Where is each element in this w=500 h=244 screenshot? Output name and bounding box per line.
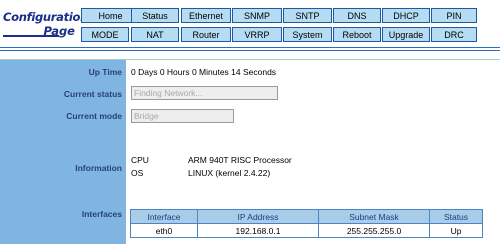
table-header-row: Interface IP Address Subnet Mask Status <box>130 209 483 224</box>
nav-dns-button[interactable]: DNS <box>333 8 381 23</box>
header-divider-2 <box>0 50 500 51</box>
col-header-ip-address: IP Address <box>197 209 319 224</box>
nav-upgrade-button[interactable]: Upgrade <box>382 27 430 42</box>
nav-reboot-button[interactable]: Reboot <box>333 27 381 42</box>
interfaces-label: Interfaces <box>81 209 122 219</box>
nav-mode-button[interactable]: MODE <box>81 27 129 42</box>
nav-snmp-button[interactable]: SNMP <box>232 8 282 23</box>
interfaces-table: Interface IP Address Subnet Mask Status … <box>130 209 483 238</box>
current-mode-field: Bridge <box>131 109 234 123</box>
uptime-value: 0 Days 0 Hours 0 Minutes 14 Seconds <box>131 67 277 77</box>
info-cpu-value: ARM 940T RISC Processor <box>188 155 292 165</box>
info-os-key: OS <box>131 168 144 178</box>
current-status-label: Current status <box>63 89 122 99</box>
col-header-interface: Interface <box>130 209 198 224</box>
nav-nat-button[interactable]: NAT <box>131 27 179 42</box>
nav-router-button[interactable]: Router <box>181 27 231 42</box>
col-header-status: Status <box>429 209 483 224</box>
info-cpu-key: CPU <box>131 155 149 165</box>
header: Configuration Page Home Status Ethernet … <box>0 0 500 48</box>
uptime-label: Up Time <box>88 67 122 77</box>
current-mode-label: Current mode <box>66 111 122 121</box>
header-divider <box>0 47 500 48</box>
logo-swoosh <box>3 35 59 37</box>
nav-vrrp-button[interactable]: VRRP <box>232 27 282 42</box>
configuration-page-logo: Configuration Page <box>3 8 88 42</box>
nav-sntp-button[interactable]: SNTP <box>283 8 332 23</box>
table-row: eth0 192.168.0.1 255.255.255.0 Up <box>130 223 483 238</box>
nav-dhcp-button[interactable]: DHCP <box>382 8 430 23</box>
nav-pin-button[interactable]: PIN <box>431 8 477 23</box>
nav-ethernet-button[interactable]: Ethernet <box>181 8 231 23</box>
information-label: Information <box>75 163 122 173</box>
cell-interface: eth0 <box>130 223 198 238</box>
nav-system-button[interactable]: System <box>283 27 332 42</box>
cell-subnet-mask: 255.255.255.0 <box>318 223 430 238</box>
cell-ip-address: 192.168.0.1 <box>197 223 319 238</box>
current-status-field: Finding Network... <box>131 86 278 100</box>
nav-status-button[interactable]: Status <box>131 8 179 23</box>
logo-line1: Configuration <box>3 10 88 24</box>
col-header-subnet-mask: Subnet Mask <box>318 209 430 224</box>
info-os-value: LINUX (kernel 2.4.22) <box>188 168 271 178</box>
nav-drc-button[interactable]: DRC <box>431 27 477 42</box>
cell-status: Up <box>429 223 483 238</box>
